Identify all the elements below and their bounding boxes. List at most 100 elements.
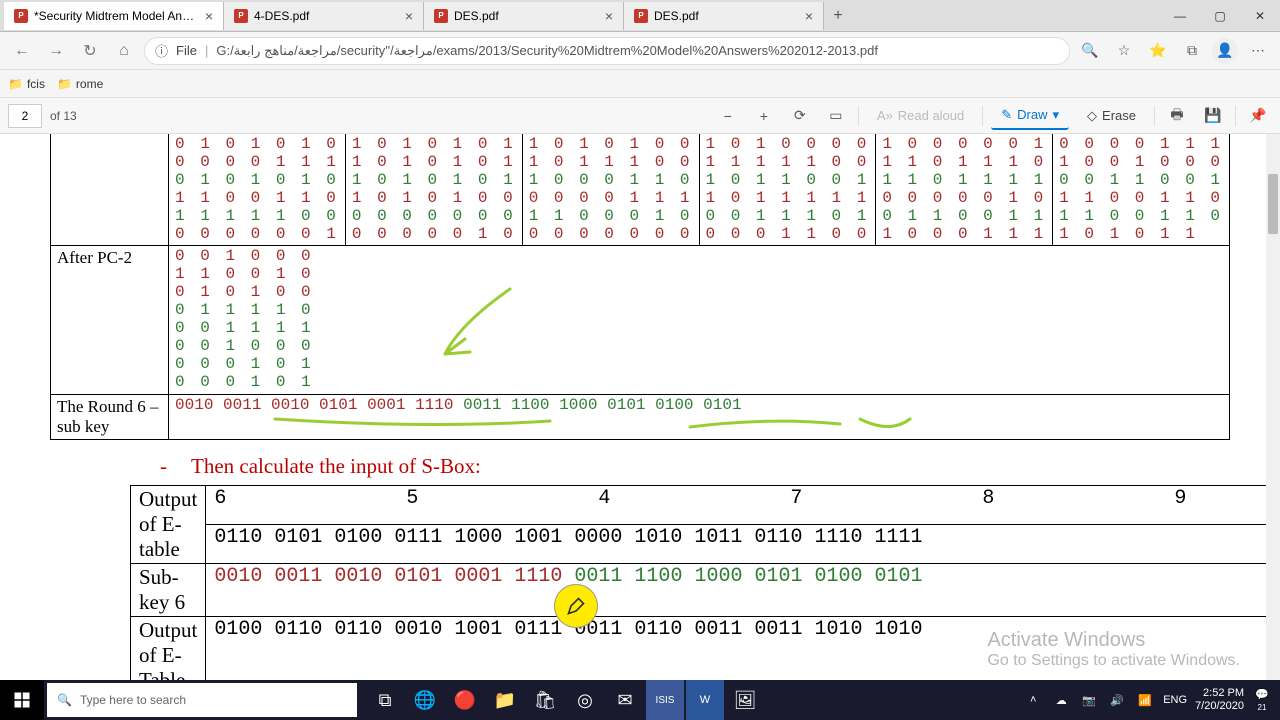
file-explorer-icon[interactable]: 📁 bbox=[486, 680, 524, 720]
favorites-bar-icon[interactable]: ⭐ bbox=[1144, 37, 1172, 65]
close-icon[interactable]: × bbox=[405, 8, 413, 24]
minimize-button[interactable]: — bbox=[1160, 0, 1200, 32]
after-pc2-bits: 0 0 1 0 0 0 1 1 0 0 1 0 0 1 0 1 0 0 0 1 … bbox=[175, 247, 314, 390]
app-icon[interactable]: 🔴 bbox=[446, 680, 484, 720]
forward-button[interactable]: → bbox=[42, 37, 70, 65]
browser-tabbar: P *Security Midtrem Model Answe × P 4-DE… bbox=[0, 0, 1280, 32]
key-schedule-table: 0 1 0 1 0 1 0 0 0 0 0 1 1 1 0 1 0 1 0 1 … bbox=[50, 134, 1230, 440]
activate-windows-watermark: Activate Windows Go to Settings to activ… bbox=[987, 629, 1240, 670]
tab-title: DES.pdf bbox=[454, 9, 599, 23]
tray-language[interactable]: ENG bbox=[1163, 694, 1187, 706]
pen-cursor-indicator bbox=[554, 584, 598, 628]
folder-icon: 📁 bbox=[8, 77, 23, 91]
sbox-heading: -Then calculate the input of S-Box: bbox=[160, 454, 1230, 479]
task-view-icon[interactable]: ⧉ bbox=[366, 680, 404, 720]
folder-icon: 📁 bbox=[57, 77, 72, 91]
page-total-label: of 13 bbox=[50, 109, 77, 123]
close-icon[interactable]: × bbox=[805, 8, 813, 24]
pdf-favicon: P bbox=[14, 9, 28, 23]
browser-tab-0[interactable]: P *Security Midtrem Model Answe × bbox=[4, 2, 224, 30]
system-tray: ˄ ☁ 📷 🔊 📶 ENG 2:52 PM 7/20/2020 💬21 bbox=[1023, 687, 1280, 713]
url-text: G:/مراجعة/مناهج رابعة/security''/مراجعة/… bbox=[216, 43, 878, 59]
home-button[interactable]: ⌂ bbox=[110, 37, 138, 65]
fit-page-button[interactable]: ▭ bbox=[822, 102, 850, 130]
bookmarks-bar: 📁fcis 📁rome bbox=[0, 70, 1280, 98]
profile-avatar[interactable]: 👤 bbox=[1212, 38, 1238, 64]
zoom-icon[interactable]: 🔍 bbox=[1076, 37, 1104, 65]
tray-onedrive-icon[interactable]: ☁ bbox=[1051, 694, 1071, 707]
browser-tab-3[interactable]: P DES.pdf × bbox=[624, 2, 824, 30]
start-button[interactable] bbox=[0, 680, 44, 720]
pdf-page-content: 0 1 0 1 0 1 0 0 0 0 0 1 1 1 0 1 0 1 0 1 … bbox=[0, 134, 1280, 680]
pdf-toolbar: of 13 − + ⟳ ▭ A»Read aloud ✎Draw▾ ◇Erase… bbox=[0, 98, 1280, 134]
tab-title: *Security Midtrem Model Answe bbox=[34, 9, 199, 23]
menu-icon[interactable]: ⋯ bbox=[1244, 37, 1272, 65]
subkey6-label: Sub-key 6 bbox=[131, 563, 206, 616]
new-tab-button[interactable]: + bbox=[824, 2, 852, 30]
bookmark-fcis[interactable]: 📁fcis bbox=[8, 77, 45, 91]
notifications-icon[interactable]: 💬21 bbox=[1252, 688, 1272, 713]
eraser-icon: ◇ bbox=[1087, 108, 1097, 124]
vertical-scrollbar[interactable] bbox=[1266, 134, 1280, 680]
bookmark-rome[interactable]: 📁rome bbox=[57, 77, 103, 91]
mail-icon[interactable]: ✉ bbox=[606, 680, 644, 720]
erase-button[interactable]: ◇Erase bbox=[1077, 102, 1146, 130]
store-icon[interactable]: 🛍 bbox=[526, 680, 564, 720]
window-controls: — ▢ ✕ bbox=[1160, 0, 1280, 32]
subkey6-green: 0011 1100 1000 0101 0100 0101 bbox=[574, 565, 922, 588]
search-icon: 🔍 bbox=[57, 693, 72, 707]
browser-tab-2[interactable]: P DES.pdf × bbox=[424, 2, 624, 30]
save-button[interactable]: 💾 bbox=[1199, 102, 1227, 130]
taskbar-search[interactable]: 🔍 Type here to search bbox=[47, 683, 357, 717]
chevron-down-icon[interactable]: ▾ bbox=[1053, 107, 1060, 123]
address-bar[interactable]: ⓘ File | G:/مراجعة/مناهج رابعة/security'… bbox=[144, 37, 1070, 65]
page-number-input[interactable] bbox=[8, 104, 42, 128]
collections-icon[interactable]: ⧉ bbox=[1178, 37, 1206, 65]
tab-title: 4-DES.pdf bbox=[254, 9, 399, 23]
taskbar-clock[interactable]: 2:52 PM 7/20/2020 bbox=[1195, 687, 1244, 713]
pin-toolbar-button[interactable]: 📌 bbox=[1244, 102, 1272, 130]
search-placeholder: Type here to search bbox=[80, 693, 186, 707]
back-button[interactable]: ← bbox=[8, 37, 36, 65]
rotate-button[interactable]: ⟳ bbox=[786, 102, 814, 130]
tab-title: DES.pdf bbox=[654, 9, 799, 23]
edge-icon[interactable]: 🌐 bbox=[406, 680, 444, 720]
taskbar-apps: ⧉ 🌐 🔴 📁 🛍 ◎ ✉ ISIS W 🖼 bbox=[366, 680, 764, 720]
pdf-favicon: P bbox=[634, 9, 648, 23]
round-subkey-label: The Round 6 – sub key bbox=[51, 394, 169, 439]
tray-wifi-icon[interactable]: 📶 bbox=[1135, 694, 1155, 707]
tray-meet-icon[interactable]: 📷 bbox=[1079, 694, 1099, 707]
etable-bin-row: 0110 0101 0100 0111 1000 1001 0000 1010 … bbox=[206, 524, 1280, 563]
refresh-button[interactable]: ↻ bbox=[76, 37, 104, 65]
chrome-icon[interactable]: ◎ bbox=[566, 680, 604, 720]
tray-chevron-icon[interactable]: ˄ bbox=[1023, 694, 1043, 706]
word-icon[interactable]: W bbox=[686, 680, 724, 720]
favorite-icon[interactable]: ☆ bbox=[1110, 37, 1138, 65]
pdf-viewport[interactable]: 0 1 0 1 0 1 0 0 0 0 0 1 1 1 0 1 0 1 0 1 … bbox=[0, 134, 1280, 680]
scheme-separator: | bbox=[205, 43, 208, 58]
etable-output-label: Output of E-table bbox=[131, 485, 206, 563]
pdf-favicon: P bbox=[434, 9, 448, 23]
browser-toolbar: ← → ↻ ⌂ ⓘ File | G:/مراجعة/مناهج رابعة/s… bbox=[0, 32, 1280, 70]
close-icon[interactable]: × bbox=[205, 8, 213, 24]
close-window-button[interactable]: ✕ bbox=[1240, 0, 1280, 32]
scheme-label: File bbox=[176, 43, 197, 58]
isis-icon[interactable]: ISIS bbox=[646, 680, 684, 720]
speaker-icon: A» bbox=[877, 108, 893, 123]
etable-hex-row: 6 5 4 7 8 9 0 A B 6 E F bbox=[206, 485, 1280, 524]
bit-blocks-row: 0 1 0 1 0 1 0 0 0 0 0 1 1 1 0 1 0 1 0 1 … bbox=[169, 134, 1229, 245]
maximize-button[interactable]: ▢ bbox=[1200, 0, 1240, 32]
subkey6-red: 0010 0011 0010 0101 0001 1110 bbox=[214, 565, 562, 588]
tray-volume-icon[interactable]: 🔊 bbox=[1107, 694, 1127, 707]
photos-icon[interactable]: 🖼 bbox=[726, 680, 764, 720]
read-aloud-button[interactable]: A»Read aloud bbox=[867, 102, 974, 130]
close-icon[interactable]: × bbox=[605, 8, 613, 24]
browser-tab-1[interactable]: P 4-DES.pdf × bbox=[224, 2, 424, 30]
zoom-out-button[interactable]: − bbox=[714, 102, 742, 130]
draw-button[interactable]: ✎Draw▾ bbox=[991, 102, 1069, 130]
zoom-in-button[interactable]: + bbox=[750, 102, 778, 130]
print-button[interactable]: 🖶 bbox=[1163, 102, 1191, 130]
round-key-green: 0011 1100 1000 0101 0100 0101 bbox=[463, 396, 741, 414]
xor-result-label: Output of E-Table⊕ Sub-key 6 bbox=[131, 616, 206, 680]
scrollbar-thumb[interactable] bbox=[1268, 174, 1278, 234]
